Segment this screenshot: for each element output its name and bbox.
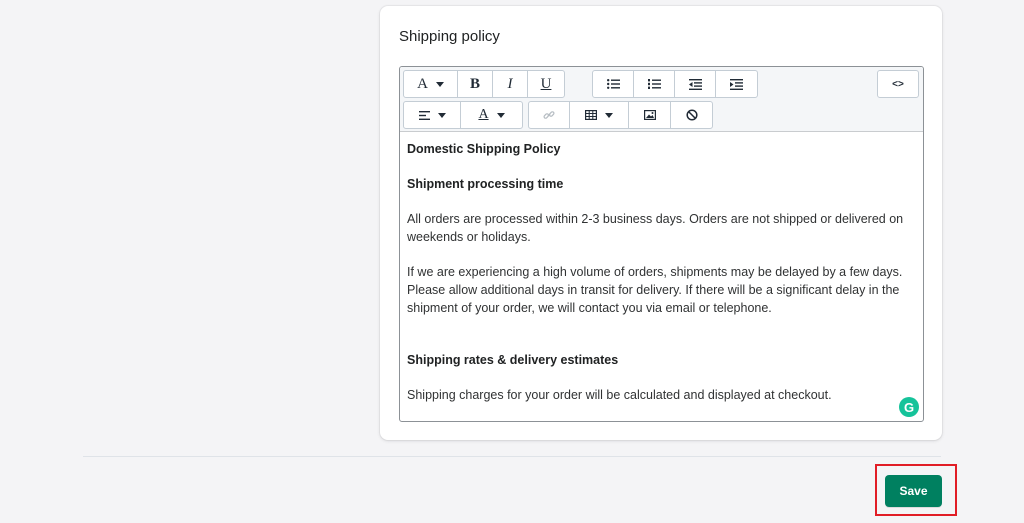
indent-button[interactable] xyxy=(716,71,757,97)
grammarly-icon[interactable]: G xyxy=(899,397,919,417)
chevron-down-icon xyxy=(605,112,613,118)
chevron-down-icon xyxy=(435,81,444,87)
align-dropdown[interactable] xyxy=(404,102,461,128)
font-dropdown-label: A xyxy=(417,75,428,92)
html-group: <> xyxy=(877,70,919,98)
shipping-policy-card: Shipping policy A B I U <> A Domestic Sh… xyxy=(380,6,942,440)
bullet-list-button[interactable] xyxy=(593,71,634,97)
section-heading-processing: Shipment processing time xyxy=(407,177,564,191)
image-icon xyxy=(643,110,656,120)
text-color-label: A xyxy=(478,107,489,122)
footer-divider xyxy=(83,456,941,457)
outdent-button[interactable] xyxy=(675,71,716,97)
numbered-list-icon xyxy=(647,79,661,89)
link-button[interactable] xyxy=(529,102,570,128)
insert-image-button[interactable] xyxy=(629,102,671,128)
outdent-icon xyxy=(688,78,702,90)
align-color-group: A xyxy=(403,101,523,129)
editor-content[interactable]: Domestic Shipping Policy Shipment proces… xyxy=(400,132,923,421)
rich-text-editor[interactable]: A B I U <> A Domestic Shipping Policy Sh… xyxy=(399,66,924,422)
list-group xyxy=(592,70,758,98)
numbered-list-button[interactable] xyxy=(634,71,675,97)
insert-group xyxy=(528,101,713,129)
editor-toolbar: A B I U <> A xyxy=(400,67,923,132)
bullet-list-icon xyxy=(606,79,620,89)
indent-icon xyxy=(730,78,743,90)
font-dropdown[interactable]: A xyxy=(404,71,458,97)
policy-heading: Domestic Shipping Policy xyxy=(407,142,561,156)
table-dropdown[interactable] xyxy=(570,102,629,128)
clear-format-icon xyxy=(685,109,698,121)
link-icon xyxy=(543,111,555,119)
bold-button[interactable]: B xyxy=(458,71,493,97)
save-button[interactable]: Save xyxy=(885,475,942,507)
chevron-down-icon xyxy=(496,112,505,118)
clear-formatting-button[interactable] xyxy=(671,102,712,128)
paragraph-delays: If we are experiencing a high volume of … xyxy=(407,265,903,315)
card-title: Shipping policy xyxy=(399,28,500,45)
underline-button[interactable]: U xyxy=(528,71,564,97)
paragraph-rates: Shipping charges for your order will be … xyxy=(407,388,832,402)
chevron-down-icon xyxy=(437,112,446,118)
text-color-dropdown[interactable]: A xyxy=(461,102,522,128)
format-group: A B I U xyxy=(403,70,565,98)
table-icon xyxy=(585,110,597,120)
section-heading-rates: Shipping rates & delivery estimates xyxy=(407,353,619,367)
align-left-icon xyxy=(418,110,430,120)
html-source-button[interactable]: <> xyxy=(878,71,918,97)
paragraph-processing: All orders are processed within 2-3 busi… xyxy=(407,212,904,244)
italic-button[interactable]: I xyxy=(493,71,528,97)
